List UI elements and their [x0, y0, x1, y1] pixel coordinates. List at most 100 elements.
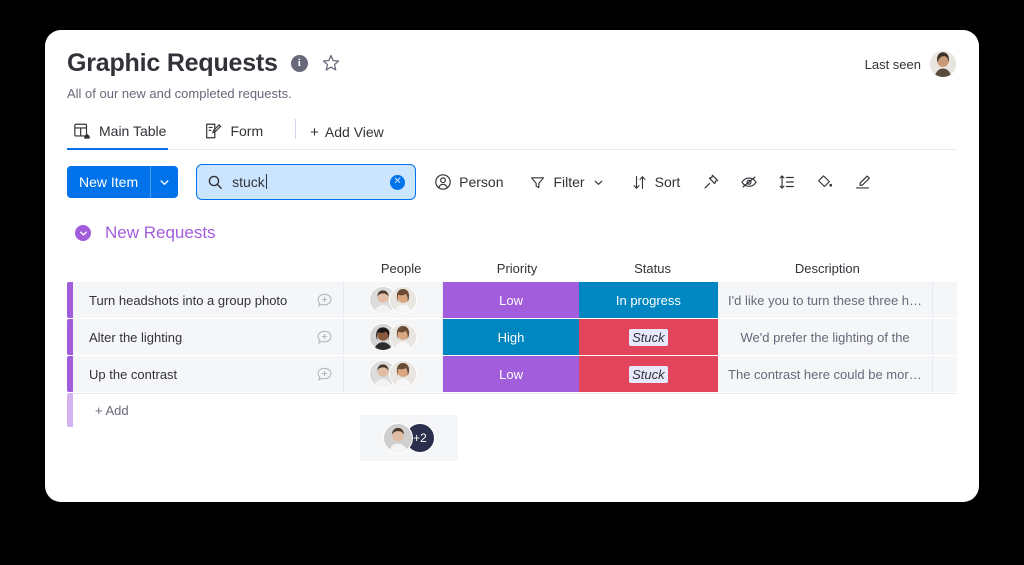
avatar[interactable]: [389, 360, 418, 388]
row-people-cell[interactable]: [343, 356, 444, 392]
row-extra-cell[interactable]: [933, 319, 958, 355]
chevron-down-icon[interactable]: [150, 166, 178, 198]
row-title: Up the contrast: [89, 366, 178, 382]
row-extra-cell[interactable]: [933, 356, 958, 392]
screen: Graphic Requests i All of our new and co…: [0, 0, 1024, 565]
table-row[interactable]: Up the contrast Low Stuck The contrast h…: [67, 356, 958, 392]
row-title-cell[interactable]: Turn headshots into a group photo: [73, 282, 344, 318]
group-title[interactable]: New Requests: [105, 223, 216, 243]
column-header-status[interactable]: Status: [584, 261, 722, 276]
status-label: Stuck: [629, 365, 668, 383]
avatar[interactable]: [389, 323, 418, 351]
last-seen-label: Last seen: [864, 56, 921, 72]
priority-label: High: [497, 329, 525, 345]
add-comment-icon[interactable]: [316, 329, 333, 346]
form-edit-icon: [204, 122, 222, 140]
priority-label: Low: [499, 366, 523, 382]
add-view-label: Add View: [324, 124, 384, 140]
search-input[interactable]: stuck ✕: [196, 164, 417, 200]
info-icon[interactable]: i: [290, 54, 308, 72]
table-row[interactable]: Turn headshots into a group photo Low In…: [67, 282, 958, 318]
table-row[interactable]: Alter the lighting High Stuck We'd prefe…: [67, 319, 958, 355]
person-label: Person: [459, 174, 504, 190]
filter-label: Filter: [553, 174, 585, 190]
row-description-cell[interactable]: I'd like you to turn these three he…: [718, 282, 934, 318]
paint-bucket-icon[interactable]: [810, 167, 840, 197]
add-comment-icon[interactable]: [316, 366, 333, 383]
priority-label: Low: [499, 292, 523, 308]
status-label: Stuck: [629, 328, 668, 346]
highlighter-pen-icon[interactable]: [848, 167, 878, 197]
add-item-row[interactable]: + Add: [67, 393, 957, 427]
avatar-group: [369, 323, 418, 351]
row-priority-cell[interactable]: Low: [443, 282, 579, 318]
sort-icon: [631, 174, 648, 191]
row-priority-cell[interactable]: Low: [443, 356, 579, 392]
plus-icon: +: [310, 123, 319, 141]
row-title: Alter the lighting: [89, 329, 183, 345]
row-status-cell[interactable]: Stuck: [578, 356, 719, 392]
board-card: Graphic Requests i All of our new and co…: [45, 30, 979, 502]
board-subtitle: All of our new and completed requests.: [67, 86, 292, 101]
row-status-cell[interactable]: Stuck: [578, 319, 719, 355]
column-header-people[interactable]: People: [352, 261, 450, 276]
filter-icon: [529, 174, 546, 191]
tab-form[interactable]: Form: [198, 116, 277, 149]
avatar[interactable]: [383, 423, 413, 453]
board-toolbar: New Item stuck ✕ Person Filter Sort: [45, 150, 979, 200]
sort-button[interactable]: Sort: [623, 168, 689, 197]
search-icon: [207, 174, 223, 190]
chevron-down-icon[interactable]: [592, 176, 605, 189]
description-text: The contrast here could be more …: [728, 366, 923, 382]
row-description-cell[interactable]: We'd prefer the lighting of the: [718, 319, 934, 355]
table-home-icon: [73, 122, 91, 140]
avatar-group: [369, 286, 418, 314]
board-table: New Requests People Priority Status Desc…: [45, 220, 979, 427]
avatar[interactable]: [389, 286, 418, 314]
page-title: Graphic Requests: [67, 49, 278, 77]
tab-label: Main Table: [99, 123, 167, 139]
sort-label: Sort: [654, 174, 681, 190]
avatar-group: [369, 360, 418, 388]
star-outline-icon[interactable]: [321, 53, 341, 73]
hide-eye-icon[interactable]: [734, 167, 764, 197]
person-icon: [434, 173, 452, 191]
description-text: We'd prefer the lighting of the: [740, 329, 910, 345]
new-item-label: New Item: [79, 174, 139, 190]
row-people-cell[interactable]: [343, 282, 444, 318]
row-extra-cell[interactable]: [933, 282, 958, 318]
add-view-button[interactable]: + Add View: [310, 124, 384, 149]
new-item-button[interactable]: New Item: [67, 166, 179, 198]
table-rows: Turn headshots into a group photo Low In…: [67, 282, 958, 427]
row-people-cell[interactable]: [343, 319, 444, 355]
title-row: Graphic Requests i: [67, 48, 957, 78]
row-title-cell[interactable]: Up the contrast: [73, 356, 344, 392]
filter-button[interactable]: Filter: [521, 168, 612, 197]
group-header: New Requests: [67, 220, 957, 246]
column-header-priority[interactable]: Priority: [450, 261, 584, 276]
tab-divider: [295, 119, 297, 139]
avatar[interactable]: [929, 50, 957, 78]
row-height-icon[interactable]: [772, 167, 802, 197]
chevron-down-circle-icon[interactable]: [75, 225, 91, 241]
add-item-label[interactable]: + Add: [73, 393, 957, 427]
row-priority-cell[interactable]: High: [443, 319, 579, 355]
add-comment-icon[interactable]: [316, 292, 333, 309]
pin-icon[interactable]: [696, 167, 726, 197]
view-tabs: Main Table Form + Add View: [67, 116, 957, 150]
person-filter-button[interactable]: Person: [426, 167, 511, 197]
row-title: Turn headshots into a group photo: [89, 292, 288, 308]
column-header-description[interactable]: Description: [721, 261, 933, 276]
description-text: I'd like you to turn these three he…: [728, 292, 923, 308]
row-title-cell[interactable]: Alter the lighting: [73, 319, 344, 355]
row-status-cell[interactable]: In progress: [578, 282, 719, 318]
tab-label: Form: [230, 123, 264, 139]
board-header: Graphic Requests i All of our new and co…: [45, 30, 979, 150]
column-headers: People Priority Status Description: [67, 252, 957, 276]
floating-avatar-group[interactable]: +2: [360, 415, 458, 461]
status-label: In progress: [615, 292, 681, 308]
row-description-cell[interactable]: The contrast here could be more …: [718, 356, 934, 392]
clear-search-icon[interactable]: ✕: [390, 174, 406, 190]
tab-main-table[interactable]: Main Table: [67, 116, 180, 150]
search-value: stuck: [232, 174, 267, 190]
